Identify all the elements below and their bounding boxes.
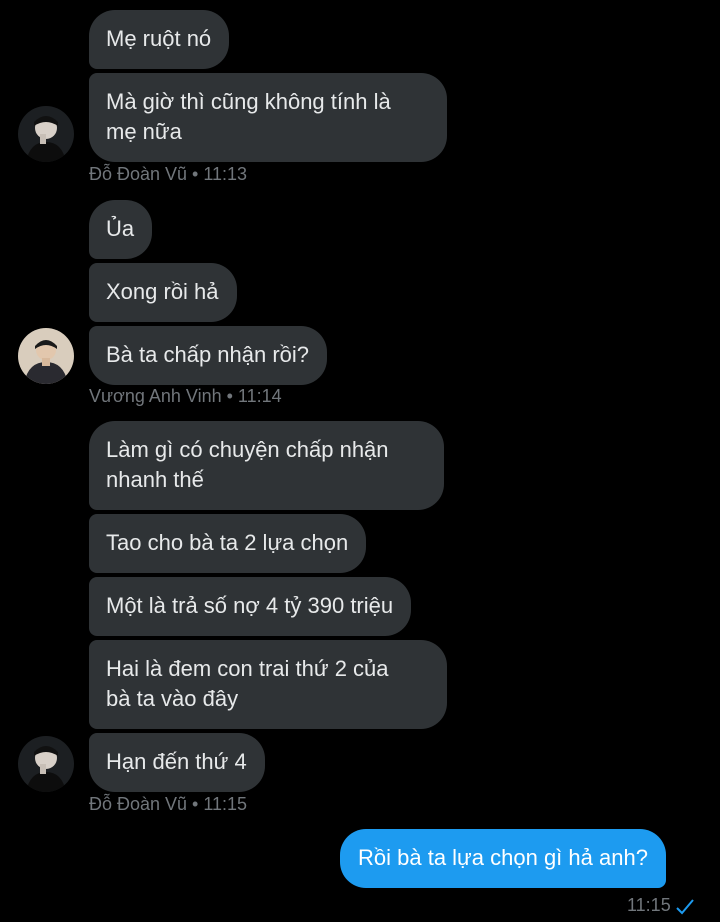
message-bubble[interactable]: Tao cho bà ta 2 lựa chọn <box>89 514 367 573</box>
message-bubble[interactable]: Ủa <box>89 200 153 259</box>
avatar[interactable] <box>18 328 74 384</box>
message-meta: Đỗ Đoàn Vũ • 11:13 <box>89 164 248 184</box>
avatar[interactable] <box>18 736 74 792</box>
message-meta: Vương Anh Vinh • 11:14 <box>89 386 282 406</box>
message-bubble[interactable]: Bà ta chấp nhận rồi? <box>89 326 328 385</box>
message-meta: Đỗ Đoàn Vũ • 11:15 <box>89 794 248 814</box>
checkmark-icon <box>676 899 694 915</box>
message-bubble[interactable]: Một là trả số nợ 4 tỷ 390 triệu <box>89 577 412 636</box>
message-bubble[interactable]: Hai là đem con trai thứ 2 của bà ta vào … <box>89 640 447 729</box>
message-bubble[interactable]: Hạn đến thứ 4 <box>89 733 265 792</box>
message-bubble[interactable]: Xong rồi hả <box>89 263 237 322</box>
sent-time: 11:15 <box>627 895 671 915</box>
message-bubble[interactable]: Làm gì có chuyện chấp nhận nhanh thế <box>89 421 444 510</box>
avatar[interactable] <box>18 106 74 162</box>
message-bubble[interactable]: Mẹ ruột nó <box>89 10 230 69</box>
sent-message-bubble[interactable]: Rồi bà ta lựa chọn gì hả anh? <box>340 829 666 888</box>
message-bubble[interactable]: Mà giờ thì cũng không tính là mẹ nữa <box>89 73 447 162</box>
